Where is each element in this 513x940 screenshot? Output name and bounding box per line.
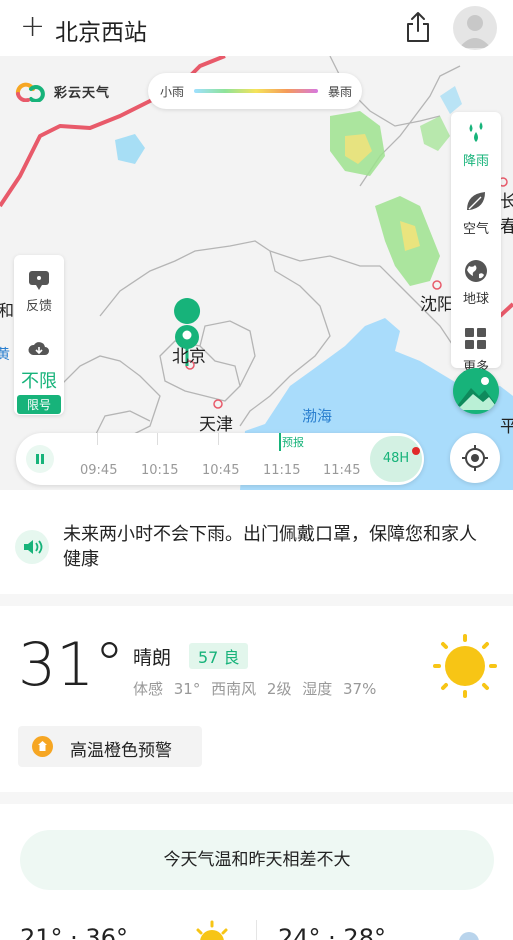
rain-legend: 小雨 暴雨 <box>148 73 362 109</box>
weather-condition: 晴朗 <box>133 647 172 669</box>
forecast-label: 预报 <box>282 436 304 449</box>
pause-icon[interactable] <box>26 445 54 473</box>
daily-forecast[interactable]: 21° · 36° 24° · 28° <box>0 918 513 940</box>
timeline-divider <box>97 433 98 445</box>
notification-dot <box>412 447 420 455</box>
feedback-icon <box>29 271 49 290</box>
timeline-divider <box>157 433 158 445</box>
temperature-compare: 今天气温和昨天相差不大 <box>20 830 494 890</box>
avatar[interactable] <box>453 6 497 50</box>
layer-earth-button[interactable]: 地球 <box>451 258 501 307</box>
feedback-button[interactable]: 反馈 <box>14 269 64 317</box>
page-title[interactable]: 北京西站 <box>55 13 147 47</box>
tomorrow-range: 24° · 28° <box>278 924 386 940</box>
radar-timeline[interactable]: 预报 09:45 10:15 10:45 11:15 11:45 48H <box>16 433 424 485</box>
48h-button[interactable]: 48H <box>370 436 422 482</box>
humidity: 湿度 37% <box>302 680 377 698</box>
today-range: 21° · 36° <box>20 924 128 940</box>
timeline-tick: 11:15 <box>263 463 301 478</box>
weather-details: 体感 31° 西南风 2级 湿度 37% <box>133 678 376 699</box>
radar-map[interactable]: 北京 天津 渤海 沈阳 呼和 长春 平 黄 彩云天气 小雨 暴雨 反馈 <box>0 56 513 490</box>
map-label-bohai: 渤海 <box>302 407 333 425</box>
rain-notice: 未来两小时不会下雨。出门佩戴口罩，保障您和家人健康 <box>0 490 513 594</box>
map-label-changchun: 长春 <box>500 192 513 237</box>
forecast-marker <box>279 433 281 451</box>
layer-rain-button[interactable]: 降雨 <box>451 120 501 169</box>
sunny-small-icon <box>196 920 228 940</box>
legend-low-label: 小雨 <box>160 85 185 99</box>
current-weather[interactable]: 31° 晴朗 57 良 体感 31° 西南风 2级 湿度 37% 高温橙色预警 <box>0 608 513 792</box>
caiyun-logo-icon <box>15 82 45 102</box>
map-label-huang: 黄 <box>0 347 10 363</box>
plus-icon[interactable]: + <box>20 12 45 42</box>
brand-name: 彩云天气 <box>54 85 111 101</box>
section-divider <box>0 792 513 804</box>
mountain-icon <box>457 377 499 410</box>
timeline-tick: 11:45 <box>323 463 361 478</box>
header: + 北京西站 <box>0 0 513 56</box>
map-label-beijing: 北京 <box>172 347 206 367</box>
current-temperature: 31° <box>18 630 125 700</box>
warning-icon <box>32 736 53 757</box>
layer-earth-label: 地球 <box>462 292 489 307</box>
rain-drops-icon <box>469 122 483 142</box>
map-canvas <box>0 56 513 490</box>
map-label-shenyang: 沈阳 <box>420 295 454 315</box>
crosshair-icon <box>462 445 488 471</box>
feedback-label: 反馈 <box>25 299 52 314</box>
heat-warning[interactable]: 高温橙色预警 <box>18 726 202 767</box>
day-divider <box>256 920 257 940</box>
map-label-ping: 平 <box>500 417 513 437</box>
restriction-value: 不限 <box>21 371 57 392</box>
locate-button[interactable] <box>450 433 500 483</box>
share-icon[interactable] <box>404 10 432 44</box>
layer-air-label: 空气 <box>462 222 489 237</box>
landscape-fab[interactable] <box>453 368 499 414</box>
timeline-divider <box>218 433 219 445</box>
map-label-huhe: 呼和 <box>0 301 15 320</box>
right-layer-panel: 降雨 空气 地球 更多 <box>451 112 501 375</box>
wind: 西南风 2级 <box>211 680 292 698</box>
section-divider <box>0 594 513 606</box>
48h-label: 48H <box>382 451 410 466</box>
warning-text: 高温橙色预警 <box>70 741 172 761</box>
timeline-tick: 09:45 <box>80 463 118 478</box>
feels-like: 体感 31° <box>133 680 201 698</box>
left-tool-panel: 反馈 不限 限号 <box>14 255 64 415</box>
restriction-tag: 限号 <box>17 395 61 414</box>
legend-gradient-bar <box>194 89 318 93</box>
timeline-tick: 10:45 <box>202 463 240 478</box>
legend-high-label: 暴雨 <box>327 85 352 99</box>
timeline-tick: 10:15 <box>141 463 179 478</box>
brand-logo: 彩云天气 <box>14 80 110 102</box>
layer-rain-label: 降雨 <box>462 154 489 169</box>
leaf-icon <box>467 192 485 210</box>
notice-text: 未来两小时不会下雨。出门佩戴口罩，保障您和家人健康 <box>63 524 477 570</box>
grid-more-icon <box>465 328 486 349</box>
traffic-restriction[interactable]: 不限 限号 <box>17 367 61 414</box>
sunny-icon <box>433 634 497 698</box>
layer-air-button[interactable]: 空气 <box>451 188 501 237</box>
aqi-badge[interactable]: 57 良 <box>189 643 249 669</box>
globe-icon <box>465 260 487 282</box>
cloud-small-icon <box>459 932 479 940</box>
speaker-icon[interactable] <box>15 530 49 564</box>
download-icon[interactable] <box>27 339 51 359</box>
map-label-tianjin: 天津 <box>199 415 233 435</box>
